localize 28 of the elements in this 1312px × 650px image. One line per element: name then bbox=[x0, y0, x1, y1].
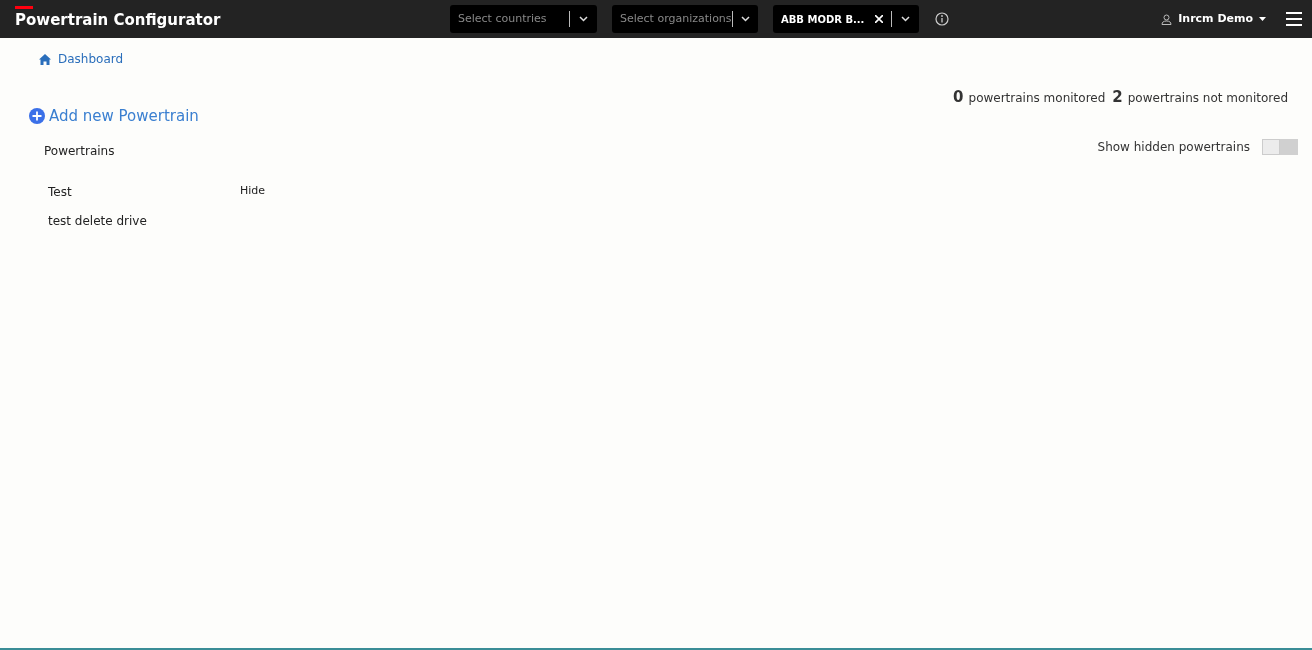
chevron-down-icon[interactable] bbox=[740, 16, 750, 22]
user-icon bbox=[1161, 13, 1173, 25]
powertrain-name[interactable]: test delete drive bbox=[48, 211, 240, 230]
filter-select[interactable]: ABB MODR B... bbox=[773, 5, 919, 33]
add-powertrain-button[interactable]: Add new Powertrain bbox=[29, 105, 199, 128]
chevron-down-icon[interactable] bbox=[901, 16, 910, 22]
caret-icon bbox=[1259, 17, 1266, 21]
breadcrumb-link[interactable]: Dashboard bbox=[39, 50, 124, 68]
hide-button[interactable]: Hide bbox=[240, 183, 266, 200]
list-title: Powertrains bbox=[44, 143, 115, 160]
show-hidden-toggle[interactable] bbox=[1262, 139, 1298, 155]
not-monitored-label: powertrains not monitored bbox=[1127, 90, 1288, 107]
plus-circle-icon bbox=[29, 108, 45, 125]
filter-select[interactable]: Select countries bbox=[450, 5, 597, 33]
logo-bar bbox=[15, 6, 33, 9]
monitored-label: powertrains monitored bbox=[968, 90, 1106, 107]
user-menu[interactable]: Inrcm Demo bbox=[1161, 10, 1266, 28]
home-icon bbox=[39, 53, 51, 65]
app-title: Powertrain Configurator bbox=[15, 9, 222, 31]
menu-icon[interactable] bbox=[1286, 12, 1302, 26]
chevron-down-icon[interactable] bbox=[579, 16, 588, 22]
monitored-count: 0 bbox=[953, 87, 964, 108]
clear-icon[interactable] bbox=[875, 15, 883, 23]
toggle-label: Show hidden powertrains bbox=[1097, 139, 1250, 156]
not-monitored-count: 2 bbox=[1112, 87, 1123, 108]
powertrain-name[interactable]: Test bbox=[48, 182, 240, 201]
filter-select[interactable]: Select organizations bbox=[612, 5, 758, 33]
info-icon[interactable] bbox=[935, 12, 949, 26]
